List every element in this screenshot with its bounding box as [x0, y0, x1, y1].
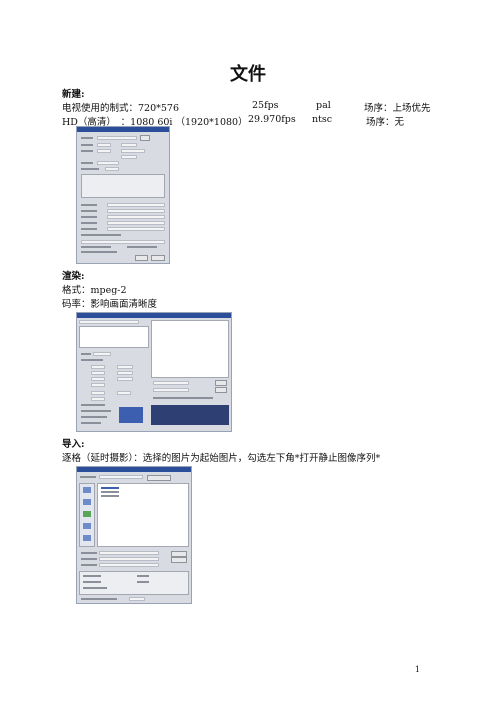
- import-dialog-screenshot: [76, 466, 192, 604]
- import-description: 逐格（延时摄影）：选择的图片为起始图片，勾选左下角*打开静止图像序列*: [62, 453, 381, 464]
- hd-format-standard: ntsc: [312, 114, 333, 125]
- tv-format-standard: pal: [316, 100, 331, 111]
- page-number: 1: [414, 665, 420, 674]
- tv-format-field-order: 场序：上场优先: [364, 103, 431, 114]
- dialog-titlebar: [77, 313, 231, 318]
- render-bitrate-text: 码率：影响画面清晰度: [62, 299, 158, 310]
- section-import-heading: 导入:: [62, 439, 85, 450]
- hd-format-field-order: 场序：无: [366, 117, 405, 128]
- section-render-heading: 渲染:: [62, 271, 85, 282]
- section-new-heading: 新建:: [62, 89, 85, 100]
- dialog-titlebar: [77, 467, 191, 472]
- page-title: 文件: [230, 64, 266, 85]
- dialog-titlebar: [77, 127, 169, 132]
- render-format-text: 格式：mpeg-2: [62, 285, 127, 296]
- new-project-settings-screenshot: [76, 126, 170, 264]
- tv-format-fps: 25fps: [252, 100, 279, 111]
- hd-format-fps: 29.970fps: [248, 114, 296, 125]
- render-settings-screenshot: [76, 312, 232, 432]
- tv-format-label: 电视使用的制式：720*576: [62, 103, 180, 114]
